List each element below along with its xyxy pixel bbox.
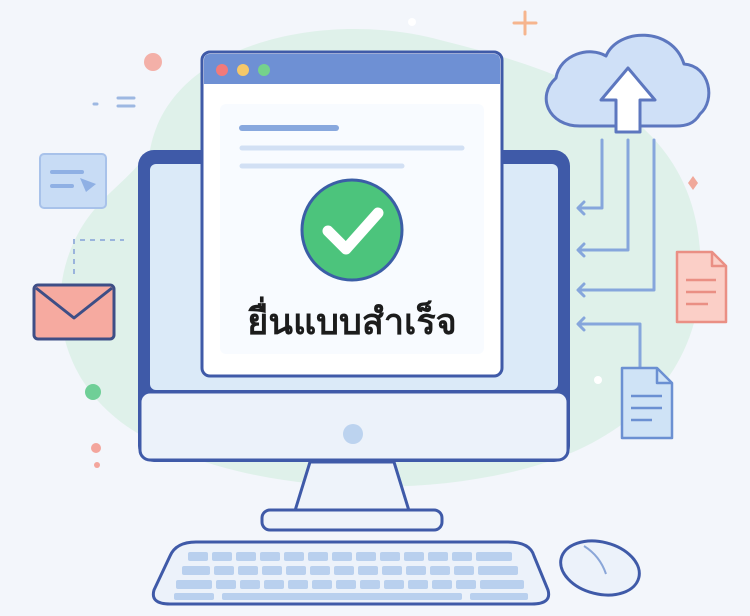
document-icon-red [675, 250, 728, 324]
envelope-icon [32, 283, 116, 341]
cloud-upload-icon [544, 33, 711, 134]
decor-dot-pink-tiny [94, 462, 100, 468]
monitor-base [260, 508, 444, 532]
window-close-button[interactable] [216, 64, 228, 76]
decor-dot-green [85, 384, 101, 400]
status-text: ยื่นแบบสำเร็จ [247, 296, 457, 343]
illustration-scene: ยื่นแบบสำเร็จ [32, 10, 728, 606]
keyboard [151, 540, 551, 606]
decor-dot-white-2 [594, 376, 602, 384]
decor-dot-white [408, 18, 416, 26]
window-maximize-button[interactable] [258, 64, 270, 76]
browser-window: ยื่นแบบสำเร็จ [200, 50, 504, 378]
window-minimize-button[interactable] [237, 64, 249, 76]
document-icon-blue [620, 366, 674, 440]
sparkle-icon [512, 10, 538, 36]
mouse[interactable] [555, 533, 645, 603]
decor-dot-pink [144, 53, 162, 71]
checkmark-icon [300, 178, 404, 282]
decor-dash [92, 96, 136, 108]
chat-bubble-icon [39, 153, 107, 209]
decor-diamond [688, 176, 698, 190]
decor-dot-pink-small [91, 443, 101, 453]
monitor-power-button[interactable] [343, 424, 363, 444]
monitor-stand [292, 460, 412, 516]
